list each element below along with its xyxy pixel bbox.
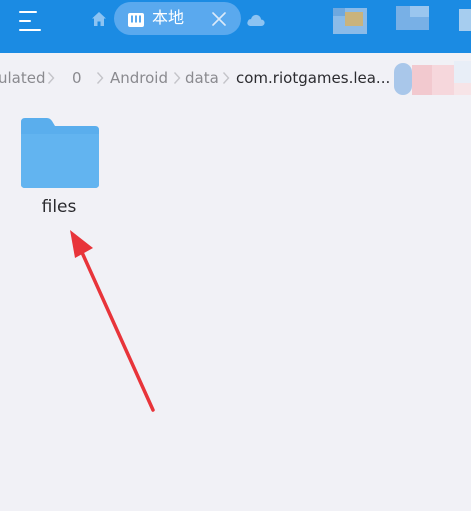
storage-icon: [128, 12, 144, 27]
breadcrumb-current[interactable]: com.riotgames.lea...: [236, 68, 390, 88]
home-icon[interactable]: [90, 10, 108, 28]
arrow-shaft: [78, 246, 155, 412]
folder-item-files[interactable]: files: [14, 112, 104, 224]
menu-line: [19, 11, 37, 13]
tab-local[interactable]: 本地: [114, 2, 241, 35]
menu-line: [19, 29, 41, 31]
redacted-area: [459, 9, 471, 31]
cloud-icon[interactable]: [246, 12, 266, 26]
breadcrumb-item[interactable]: data: [185, 68, 219, 88]
folder-name: files: [41, 197, 77, 217]
chevron-right-icon: [47, 72, 55, 84]
chevron-right-icon: [173, 72, 181, 84]
redacted-area: [396, 6, 429, 30]
menu-line: [19, 20, 31, 22]
breadcrumb-item[interactable]: ulated: [0, 68, 46, 88]
redacted-area: [333, 8, 367, 34]
breadcrumb-item[interactable]: Android: [110, 68, 168, 88]
folder-icon: [18, 118, 100, 188]
redacted-area: [394, 59, 471, 95]
menu-icon[interactable]: [14, 7, 48, 37]
chevron-right-icon: [222, 72, 230, 84]
chevron-right-icon: [96, 72, 104, 84]
top-app-bar: 本地: [0, 0, 471, 53]
arrow-head: [70, 230, 93, 258]
breadcrumb: ulated 0 Android data com.riotgames.lea.…: [0, 53, 471, 103]
breadcrumb-item[interactable]: 0: [72, 68, 82, 88]
tab-label: 本地: [152, 8, 185, 27]
close-icon[interactable]: [212, 11, 226, 26]
